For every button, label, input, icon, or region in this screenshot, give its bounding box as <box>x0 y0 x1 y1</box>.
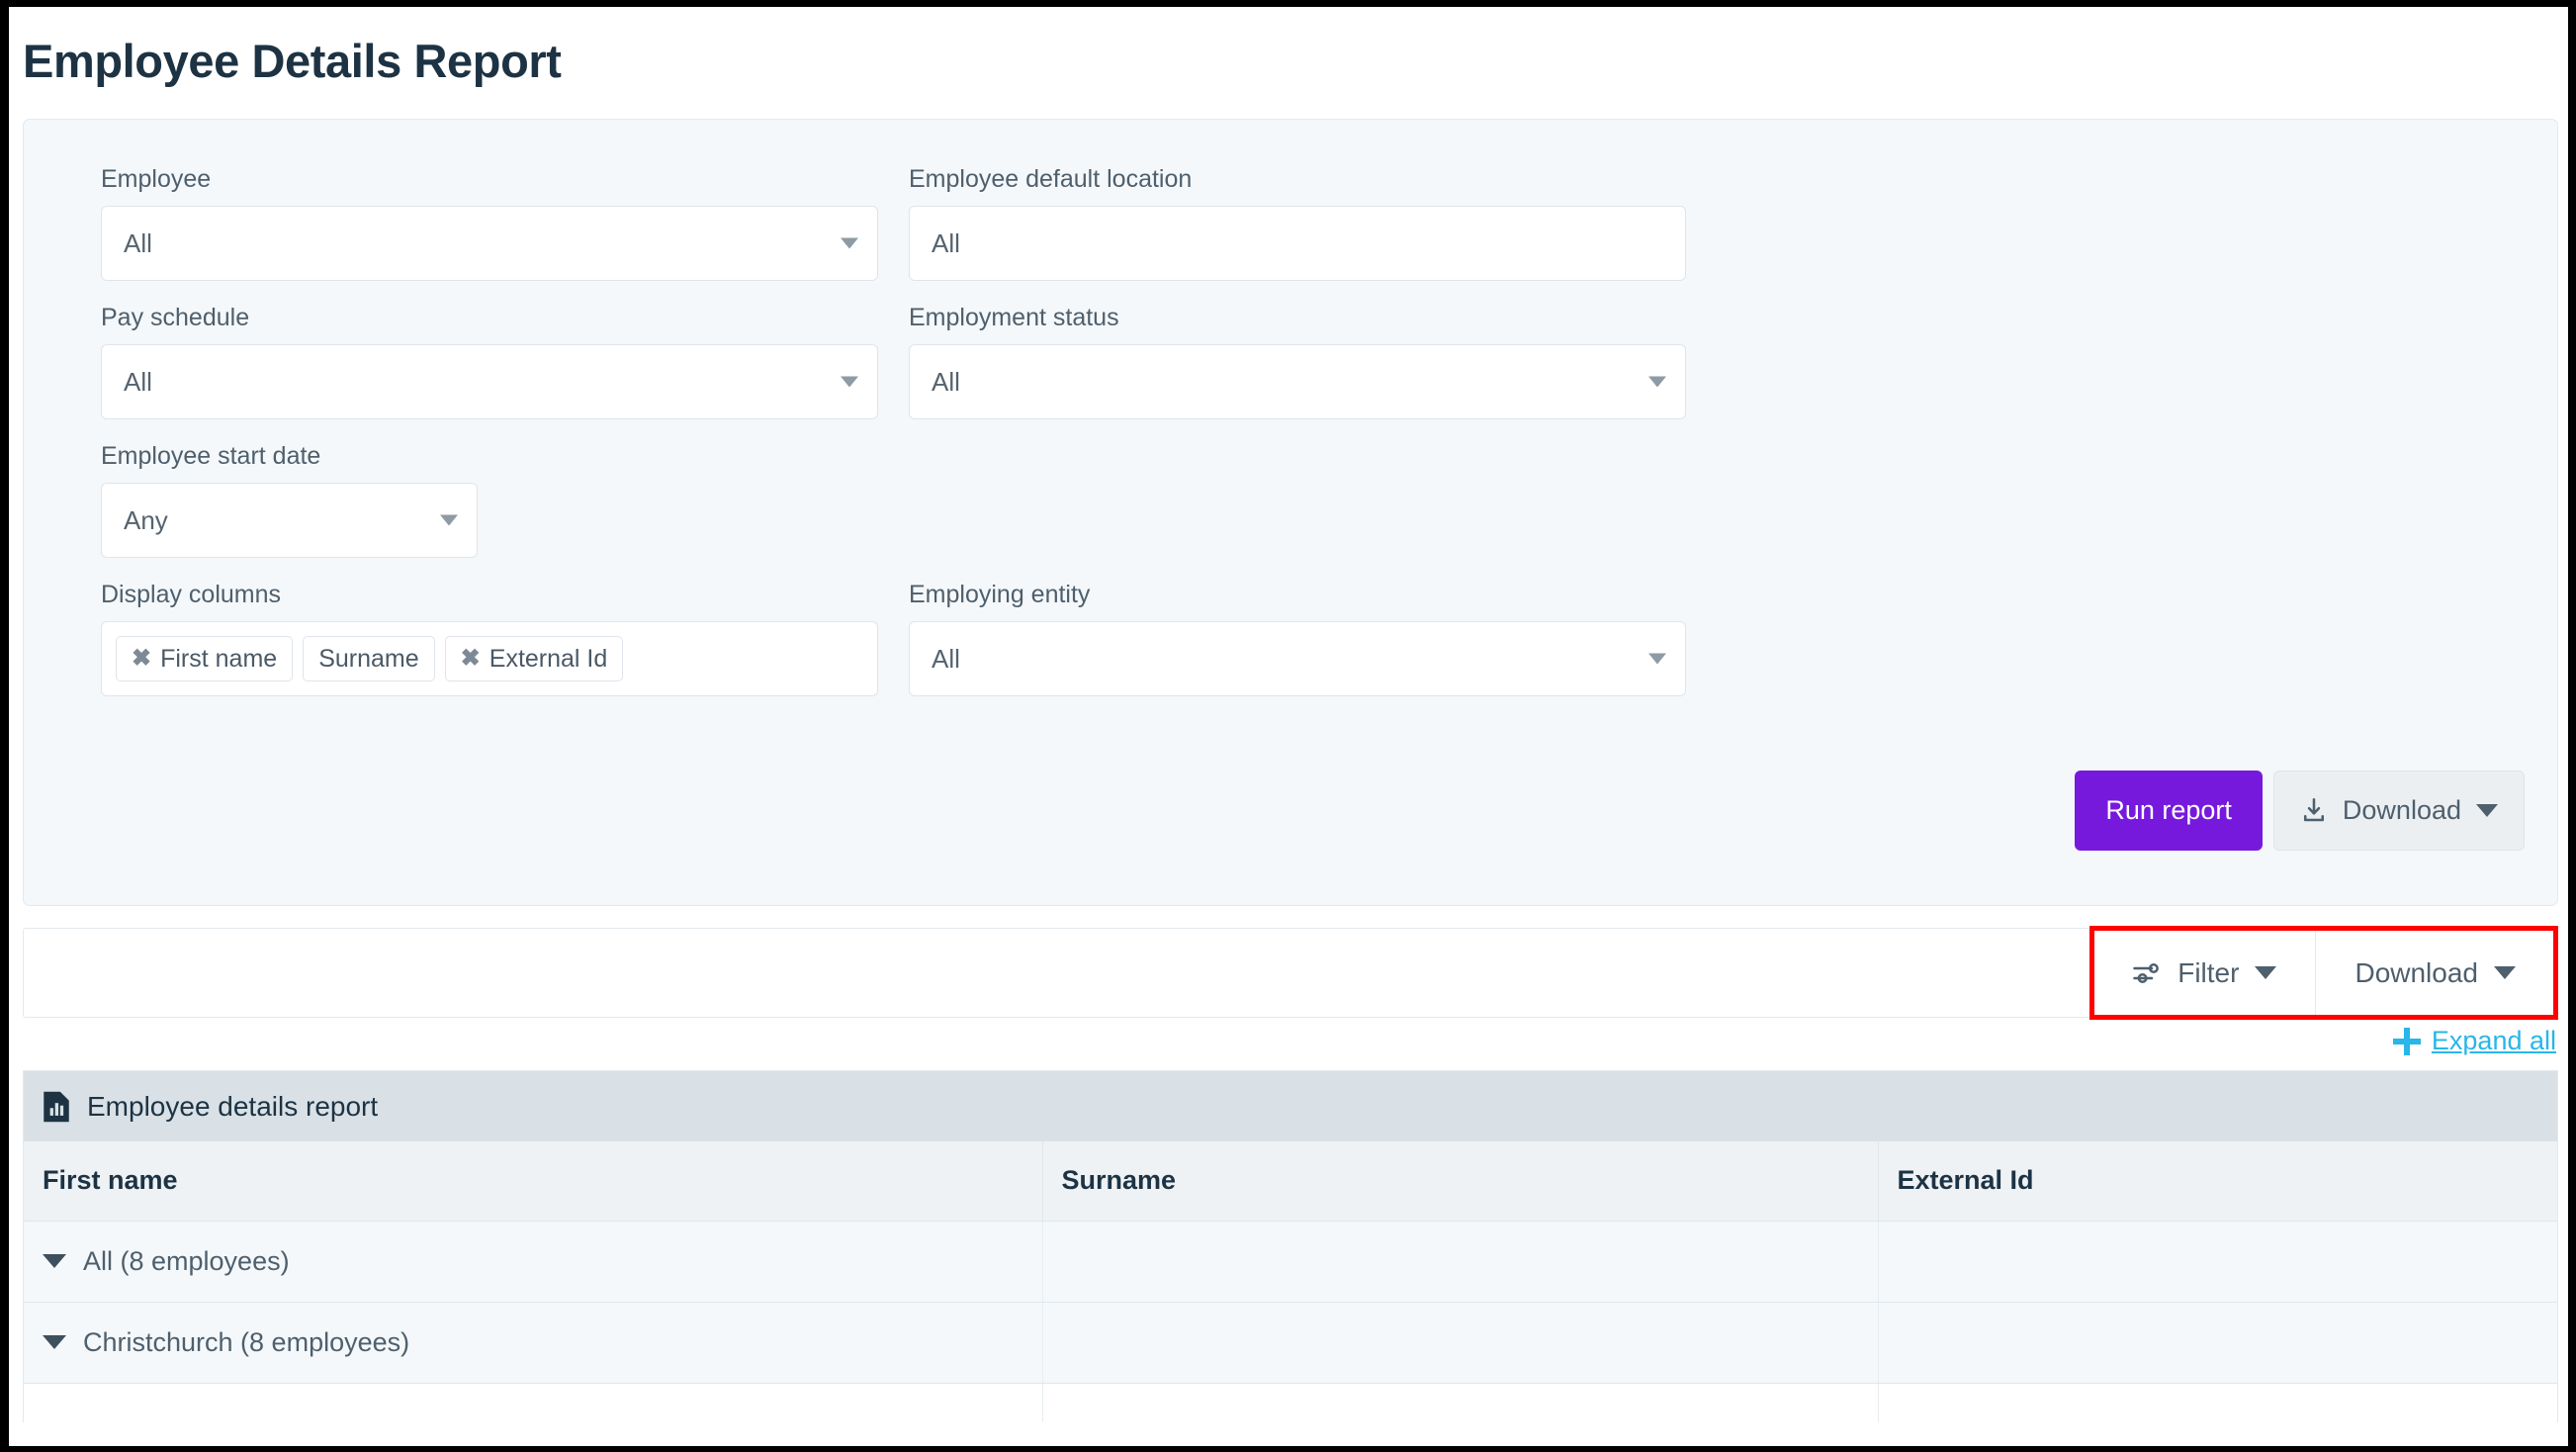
toolbar-highlight-group: Filter Download <box>2089 926 2558 1021</box>
criteria-row-3: Employee start date Any <box>101 441 1713 580</box>
report-document-icon <box>44 1091 69 1122</box>
pay-schedule-select-value: All <box>124 366 152 397</box>
employee-select-value: All <box>124 227 152 258</box>
report-criteria-panel: Employee All Employee default location A… <box>23 119 2558 907</box>
chevron-down-icon <box>2476 804 2498 818</box>
partial-row-cell-2 <box>1042 1383 1879 1423</box>
token-first-name[interactable]: ✖ First name <box>116 636 294 682</box>
field-label-employee-default-location: Employee default location <box>909 165 1193 194</box>
results-download-button[interactable]: Download <box>2315 930 2554 1017</box>
expand-all-link[interactable]: Expand all <box>2432 1026 2556 1056</box>
group-row-all-surname <box>1042 1221 1879 1303</box>
partial-row-cell-1 <box>24 1383 1043 1423</box>
chevron-down-icon <box>2494 966 2516 980</box>
table-header-row: First name Surname External Id <box>24 1141 2557 1222</box>
chevron-down-icon <box>440 514 458 526</box>
chevron-down-icon[interactable] <box>43 1335 66 1350</box>
field-label-employing-entity: Employing entity <box>909 581 1091 609</box>
token-external-id[interactable]: ✖ External Id <box>444 636 624 682</box>
report-table: First name Surname External Id All (8 em… <box>24 1141 2557 1423</box>
employee-default-location-value: All <box>932 227 960 258</box>
field-label-employee-start-date: Employee start date <box>101 442 321 471</box>
app-screen: Employee Details Report Employee All Emp… <box>9 7 2568 1446</box>
expand-all-row: Expand all <box>23 1026 2558 1056</box>
table-row-partial <box>24 1383 2557 1423</box>
criteria-actions: Run report Download <box>2075 771 2525 852</box>
display-columns-token-input[interactable]: ✖ First name Surname ✖ External Id <box>101 621 878 697</box>
chevron-down-icon <box>2255 966 2277 980</box>
close-icon[interactable]: ✖ <box>132 647 151 671</box>
table-row[interactable]: All (8 employees) <box>24 1221 2557 1303</box>
employee-select[interactable]: All <box>101 206 878 282</box>
field-label-pay-schedule: Pay schedule <box>101 304 250 332</box>
token-label: First name <box>160 644 278 673</box>
employing-entity-select[interactable]: All <box>909 621 1686 697</box>
column-header-first-name[interactable]: First name <box>24 1141 1043 1222</box>
field-label-display-columns: Display columns <box>101 581 282 609</box>
token-surname[interactable]: Surname <box>303 636 435 682</box>
field-display-columns: Display columns ✖ First name Surname ✖ E… <box>101 580 878 697</box>
criteria-row-4: Display columns ✖ First name Surname ✖ E… <box>101 580 1713 718</box>
close-icon[interactable]: ✖ <box>461 647 481 671</box>
group-row-christchurch-surname <box>1042 1302 1879 1384</box>
column-header-surname[interactable]: Surname <box>1042 1141 1879 1222</box>
group-row-christchurch[interactable]: Christchurch (8 employees) <box>24 1302 1043 1384</box>
field-employee-start-date: Employee start date Any <box>101 441 478 559</box>
field-employee: Employee All <box>101 164 878 282</box>
page-title: Employee Details Report <box>23 35 562 87</box>
partial-row-cell-3 <box>1878 1383 2557 1423</box>
criteria-form: Employee All Employee default location A… <box>101 164 1713 718</box>
results-download-label: Download <box>2354 956 2478 988</box>
token-label: Surname <box>318 644 419 673</box>
field-employee-default-location: Employee default location All <box>909 164 1686 282</box>
criteria-row-1: Employee All Employee default location A… <box>101 164 1713 303</box>
report-title: Employee details report <box>87 1090 379 1122</box>
table-row[interactable]: Christchurch (8 employees) <box>24 1302 2557 1384</box>
group-row-label: All (8 employees) <box>83 1245 290 1276</box>
pay-schedule-select[interactable]: All <box>101 344 878 420</box>
criteria-download-button[interactable]: Download <box>2272 771 2525 852</box>
employment-status-select[interactable]: All <box>909 344 1686 420</box>
report-table-card: Employee details report First name Surna… <box>23 1070 2558 1423</box>
results-toolbar: Filter Download <box>23 926 2558 1021</box>
group-row-all[interactable]: All (8 employees) <box>24 1221 1043 1303</box>
chevron-down-icon <box>1648 653 1666 665</box>
chevron-down-icon[interactable] <box>43 1254 66 1269</box>
run-report-button[interactable]: Run report <box>2075 771 2263 852</box>
report-header: Employee details report <box>24 1071 2557 1142</box>
employing-entity-select-value: All <box>932 643 960 674</box>
filter-button[interactable]: Filter <box>2093 930 2315 1016</box>
employment-status-select-value: All <box>932 366 960 397</box>
employee-start-date-select-value: Any <box>124 504 168 535</box>
employee-default-location-input[interactable]: All <box>909 206 1686 282</box>
employee-start-date-select[interactable]: Any <box>101 483 478 559</box>
criteria-row-2: Pay schedule All Employment status All <box>101 303 1713 441</box>
field-employment-status: Employment status All <box>909 303 1686 420</box>
field-label-employment-status: Employment status <box>909 304 1119 332</box>
chevron-down-icon <box>1648 376 1666 388</box>
plus-icon <box>2392 1027 2421 1055</box>
field-label-employee: Employee <box>101 165 212 194</box>
token-label: External Id <box>489 644 608 673</box>
column-header-external-id[interactable]: External Id <box>1878 1141 2557 1222</box>
download-icon <box>2303 797 2324 821</box>
field-employing-entity: Employing entity All <box>909 580 1686 697</box>
tune-icon <box>2133 962 2160 983</box>
group-row-all-external-id <box>1878 1221 2557 1303</box>
filter-button-label: Filter <box>2177 956 2240 988</box>
criteria-download-label: Download <box>2342 795 2461 826</box>
group-row-label: Christchurch (8 employees) <box>83 1326 410 1357</box>
chevron-down-icon <box>841 376 858 388</box>
field-pay-schedule: Pay schedule All <box>101 303 878 420</box>
group-row-christchurch-external-id <box>1878 1302 2557 1384</box>
chevron-down-icon <box>841 237 858 249</box>
